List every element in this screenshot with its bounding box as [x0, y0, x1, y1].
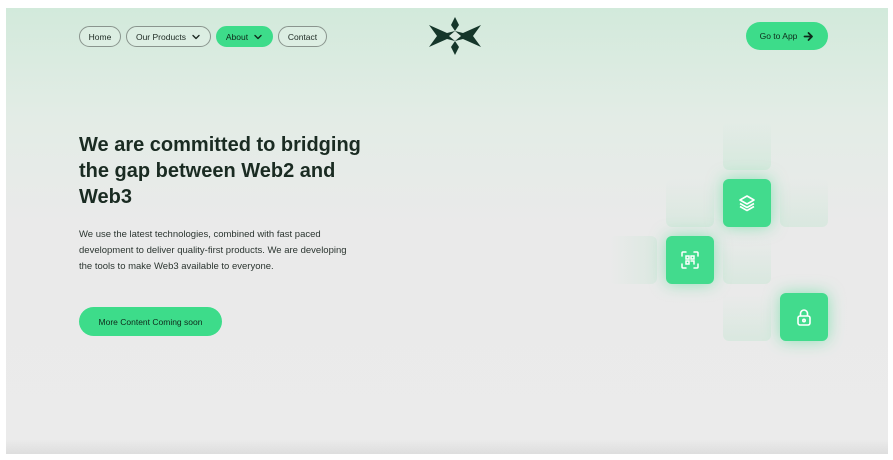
nav-our-products[interactable]: Our Products	[126, 26, 211, 47]
decorative-tile	[609, 236, 657, 284]
nav-home-label: Home	[88, 31, 112, 42]
arrow-right-icon	[804, 31, 814, 41]
page: Home Our Products About Contact Go to Ap…	[6, 8, 888, 454]
page-bottom-shadow	[6, 440, 888, 454]
more-content-button[interactable]: More Content Coming soon	[79, 307, 222, 336]
decorative-tile	[723, 293, 771, 341]
chevron-down-icon	[192, 34, 200, 39]
nav-contact-label: Contact	[287, 31, 318, 42]
hero-headline: We are committed to bridging the gap bet…	[79, 134, 361, 208]
decorative-tile	[723, 122, 771, 170]
more-content-label: More Content Coming soon	[98, 316, 203, 327]
hero-paragraph: We use the latest technologies, combined…	[79, 229, 347, 272]
stylized-x-logo[interactable]	[429, 17, 481, 55]
layers-icon	[739, 195, 755, 212]
decorative-tile	[723, 236, 771, 284]
chevron-down-icon	[254, 34, 262, 39]
nav-contact[interactable]: Contact	[278, 26, 327, 47]
qr-scan-tile	[666, 236, 714, 284]
lock-tile	[780, 293, 828, 341]
nav-about-label: About	[225, 31, 249, 42]
lock-icon	[797, 309, 811, 326]
layers-tile	[723, 179, 771, 227]
nav-home[interactable]: Home	[79, 26, 121, 47]
decorative-tile	[780, 179, 828, 227]
main-nav: Home Our Products About Contact	[79, 26, 327, 47]
go-to-app-label: Go to App	[759, 31, 798, 41]
go-to-app-button[interactable]: Go to App	[746, 22, 828, 50]
nav-our-products-label: Our Products	[135, 31, 187, 42]
qr-scan-icon	[681, 251, 699, 269]
nav-about[interactable]: About	[216, 26, 273, 47]
decorative-tile	[666, 179, 714, 227]
